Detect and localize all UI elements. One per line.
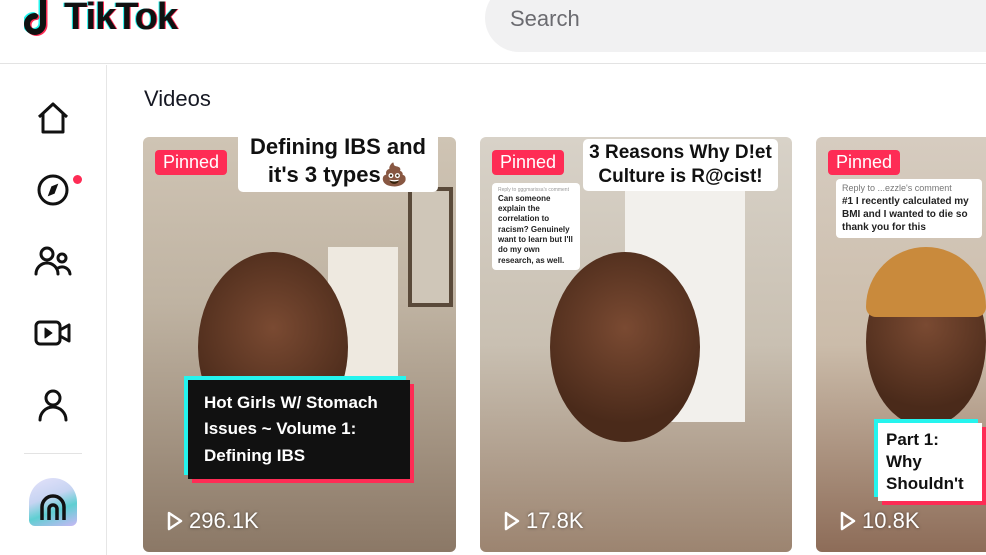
search-input[interactable]: Search xyxy=(485,0,986,52)
sidebar-item-home[interactable] xyxy=(30,95,76,141)
sidebar xyxy=(0,65,107,555)
sidebar-item-live[interactable] xyxy=(30,310,76,356)
beanie xyxy=(866,247,986,317)
live-video-icon xyxy=(34,320,71,346)
sidebar-item-friends[interactable] xyxy=(30,238,76,284)
section-title: Videos xyxy=(144,86,211,111)
reply-comment: Reply to ...ezzle's comment #1 I recently… xyxy=(836,179,982,238)
sidebar-divider xyxy=(24,453,82,454)
comment-text: Can someone explain the correlation to r… xyxy=(498,193,573,265)
view-count: 17.8K xyxy=(504,508,584,534)
video-caption: Defining IBS and it's 3 types💩 xyxy=(238,137,438,192)
view-count-value: 296.1K xyxy=(189,508,259,533)
video-card[interactable]: 3 Reasons Why D!et Culture is R@cist! Re… xyxy=(480,137,792,552)
profile-icon xyxy=(38,389,68,422)
sidebar-item-profile[interactable] xyxy=(30,382,76,428)
play-icon xyxy=(840,511,856,531)
logo-text: TikTok xyxy=(64,0,178,38)
app-shortcut[interactable] xyxy=(29,478,77,526)
comment-text: #1 I recently calculated my BMI and I wa… xyxy=(842,195,969,233)
video-card[interactable]: Defining IBS and it's 3 types💩 Pinned Ho… xyxy=(143,137,456,552)
header: TikTok Search xyxy=(0,0,986,64)
play-icon xyxy=(167,511,183,531)
reply-comment: Reply to gggmarissa's comment Can someone… xyxy=(492,183,580,271)
play-icon xyxy=(504,511,520,531)
view-count: 10.8K xyxy=(840,508,920,534)
pinned-badge: Pinned xyxy=(155,150,228,175)
comment-header: Reply to gggmarissa's comment xyxy=(498,187,569,193)
person xyxy=(550,252,700,442)
compass-icon xyxy=(37,174,69,206)
comment-header: Reply to ...ezzle's comment xyxy=(842,183,952,193)
view-count: 296.1K xyxy=(167,508,259,534)
notification-dot xyxy=(73,175,82,184)
home-icon xyxy=(37,102,69,134)
video-card[interactable]: Reply to ...ezzle's comment #1 I recently… xyxy=(816,137,986,552)
pinned-badge: Pinned xyxy=(492,150,565,175)
sidebar-item-explore[interactable] xyxy=(30,167,76,213)
arch-app-icon xyxy=(40,494,66,520)
tiktok-logo[interactable]: TikTok xyxy=(24,0,178,39)
view-count-value: 10.8K xyxy=(862,508,920,533)
video-caption: 3 Reasons Why D!et Culture is R@cist! xyxy=(583,139,778,191)
tiktok-note-icon xyxy=(24,0,48,36)
friends-icon xyxy=(34,246,72,276)
wall-frame xyxy=(408,187,453,307)
video-overlay-text: Part 1: Why Shouldn't xyxy=(878,423,982,502)
view-count-value: 17.8K xyxy=(526,508,584,533)
video-overlay-text: Hot Girls W/ Stomach Issues ~ Volume 1: … xyxy=(188,380,410,480)
pinned-badge: Pinned xyxy=(828,150,901,175)
